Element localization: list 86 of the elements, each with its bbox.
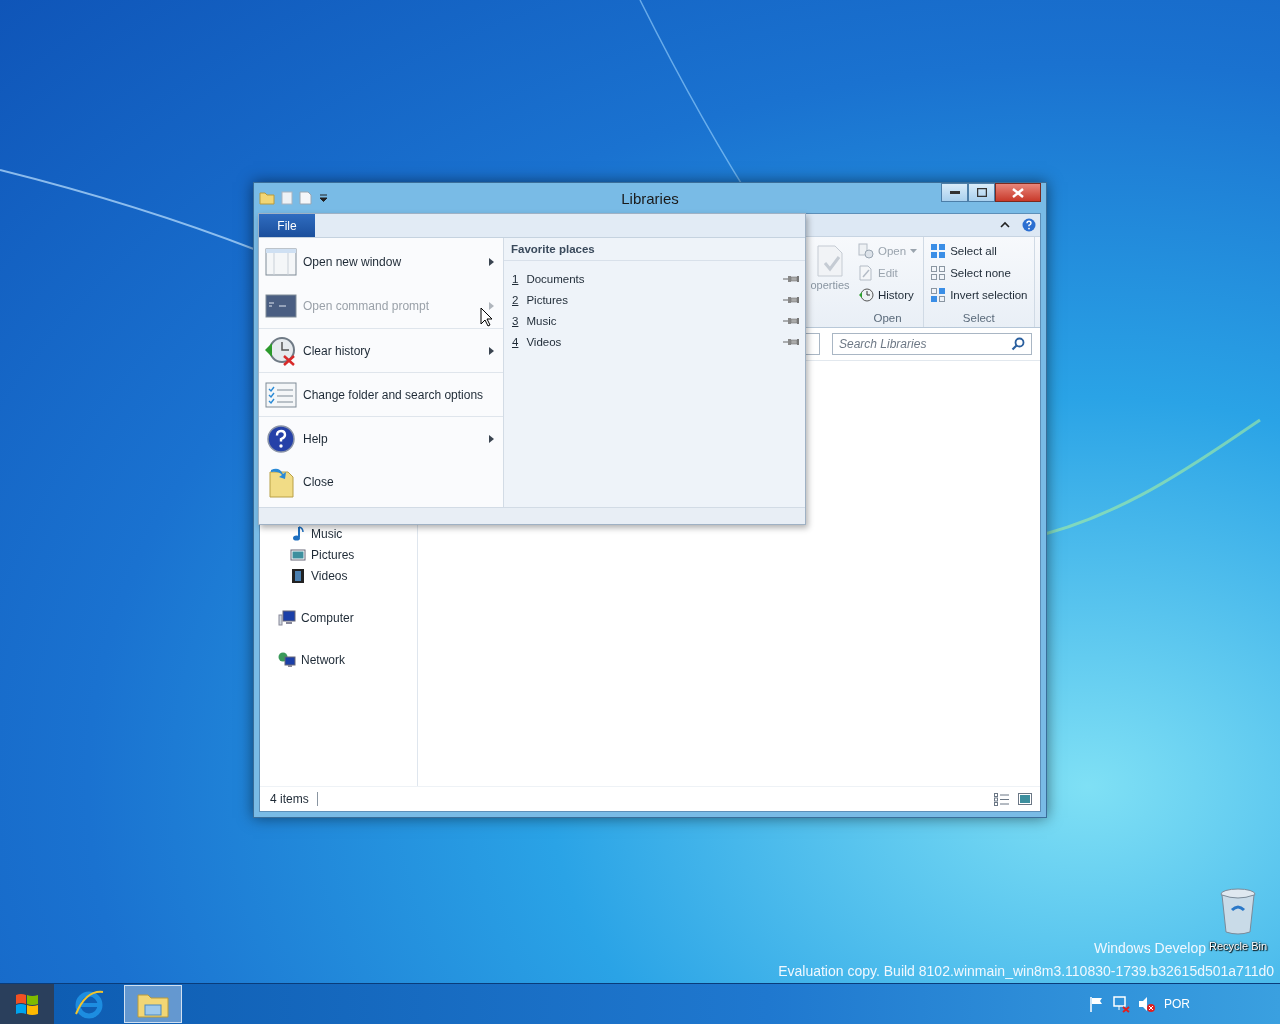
open-icon [858, 243, 874, 259]
nav-item[interactable]: Network [301, 652, 345, 667]
nav-item[interactable]: Videos [311, 568, 348, 583]
menu-item[interactable]: Open new window [259, 240, 503, 284]
ribbon-group-label: Open [872, 311, 903, 326]
pin-icon[interactable] [783, 274, 799, 283]
close-icon [1012, 187, 1024, 198]
details-view-icon[interactable] [994, 792, 1010, 806]
select-all-icon [930, 243, 947, 259]
computer-icon [278, 609, 296, 626]
ribbon-group-label: Select [961, 311, 996, 326]
menu-command-label: Change folder and search options [303, 387, 484, 402]
pin-icon[interactable] [783, 337, 799, 346]
clear-history-icon [264, 334, 298, 367]
item-count: 4 items [270, 792, 318, 806]
nav-item[interactable]: Pictures [311, 547, 355, 562]
ribbon-command[interactable]: Select none [928, 263, 1030, 283]
submenu-arrow-icon [489, 347, 494, 355]
checklist-icon [265, 381, 297, 408]
minimize-button[interactable] [941, 183, 968, 202]
invert-selection-icon [930, 287, 947, 303]
maximize-button[interactable] [968, 183, 995, 202]
window-title: Libraries [620, 189, 680, 207]
build-watermark: Evaluation copy. Build 8102.winmain_win8m3.110830-1739.b32615d501a711d0 [778, 963, 1274, 979]
submenu-arrow-icon [489, 302, 494, 310]
menu-command-label: Clear history [303, 343, 371, 358]
thumbnail-view-icon[interactable] [1018, 793, 1032, 805]
clock-icon [858, 287, 874, 303]
ribbon-command[interactable]: Invert selection [928, 285, 1030, 305]
search-icon[interactable] [1011, 337, 1025, 351]
pin-icon[interactable] [783, 316, 799, 325]
nav-item[interactable]: Music [311, 526, 343, 541]
access-number: 2 [512, 293, 519, 306]
browser-e-icon [73, 988, 105, 1020]
dropdown-caret-icon [910, 249, 918, 253]
window-icon [265, 248, 297, 276]
access-number: 3 [512, 314, 519, 327]
menu-command-label: Open command prompt [303, 299, 430, 313]
favorite-places-heading: Favorite places [504, 238, 805, 261]
start-logo-icon [14, 992, 40, 1016]
maximize-icon [976, 188, 987, 197]
help-icon[interactable] [1022, 218, 1036, 232]
start-button[interactable] [0, 984, 54, 1024]
menu-command-label: Close [303, 475, 334, 489]
command-prompt-icon [265, 294, 297, 318]
ribbon-command[interactable]: Select all [928, 241, 1030, 261]
file-tab[interactable]: File [259, 214, 315, 237]
network-error-icon[interactable] [1112, 995, 1130, 1013]
menu-command-label: Open new window [303, 255, 402, 269]
menu-item[interactable]: Clear history [259, 328, 503, 372]
picture-icon [290, 546, 306, 563]
submenu-arrow-icon [489, 258, 494, 266]
edit-icon [858, 265, 874, 281]
recycle-bin-icon[interactable] [1219, 888, 1257, 936]
menu-item[interactable]: Change folder and search options [259, 372, 503, 416]
taskbar-app-button[interactable] [124, 985, 182, 1023]
film-icon [290, 567, 306, 584]
minimize-icon [949, 190, 960, 195]
collapse-ribbon-icon[interactable] [1000, 221, 1010, 229]
folder-exit-icon [267, 466, 295, 498]
favorite-place-link[interactable]: Pictures [526, 293, 775, 306]
speaker-muted-icon[interactable] [1138, 995, 1156, 1013]
favorite-place-link[interactable]: Music [526, 314, 775, 327]
access-number: 1 [512, 272, 519, 285]
mouse-pointer-icon [480, 307, 494, 327]
menu-item[interactable]: Help [259, 416, 503, 460]
menu-item[interactable]: Close [259, 460, 503, 504]
new-folder-icon[interactable] [299, 191, 313, 205]
help-icon [267, 424, 295, 453]
access-number: 4 [512, 335, 519, 348]
menu-command-label: Help [303, 431, 328, 446]
close-button[interactable] [995, 183, 1041, 202]
select-none-icon [930, 265, 947, 281]
customize-caret-icon[interactable] [319, 194, 328, 202]
properties-icon [816, 245, 844, 277]
music-note-icon [290, 525, 306, 542]
search-field[interactable]: Search Libraries [832, 333, 1032, 355]
favorite-place-link[interactable]: Videos [526, 335, 775, 348]
nav-item[interactable]: Computer [301, 610, 354, 625]
edition-watermark: Windows Develop [1093, 940, 1206, 956]
pin-icon[interactable] [783, 295, 799, 304]
favorite-place-link[interactable]: Documents [526, 272, 775, 285]
submenu-arrow-icon [489, 435, 494, 443]
ribbon-command[interactable]: History [856, 285, 920, 305]
flag-icon[interactable] [1088, 996, 1104, 1012]
network-icon [278, 651, 296, 668]
